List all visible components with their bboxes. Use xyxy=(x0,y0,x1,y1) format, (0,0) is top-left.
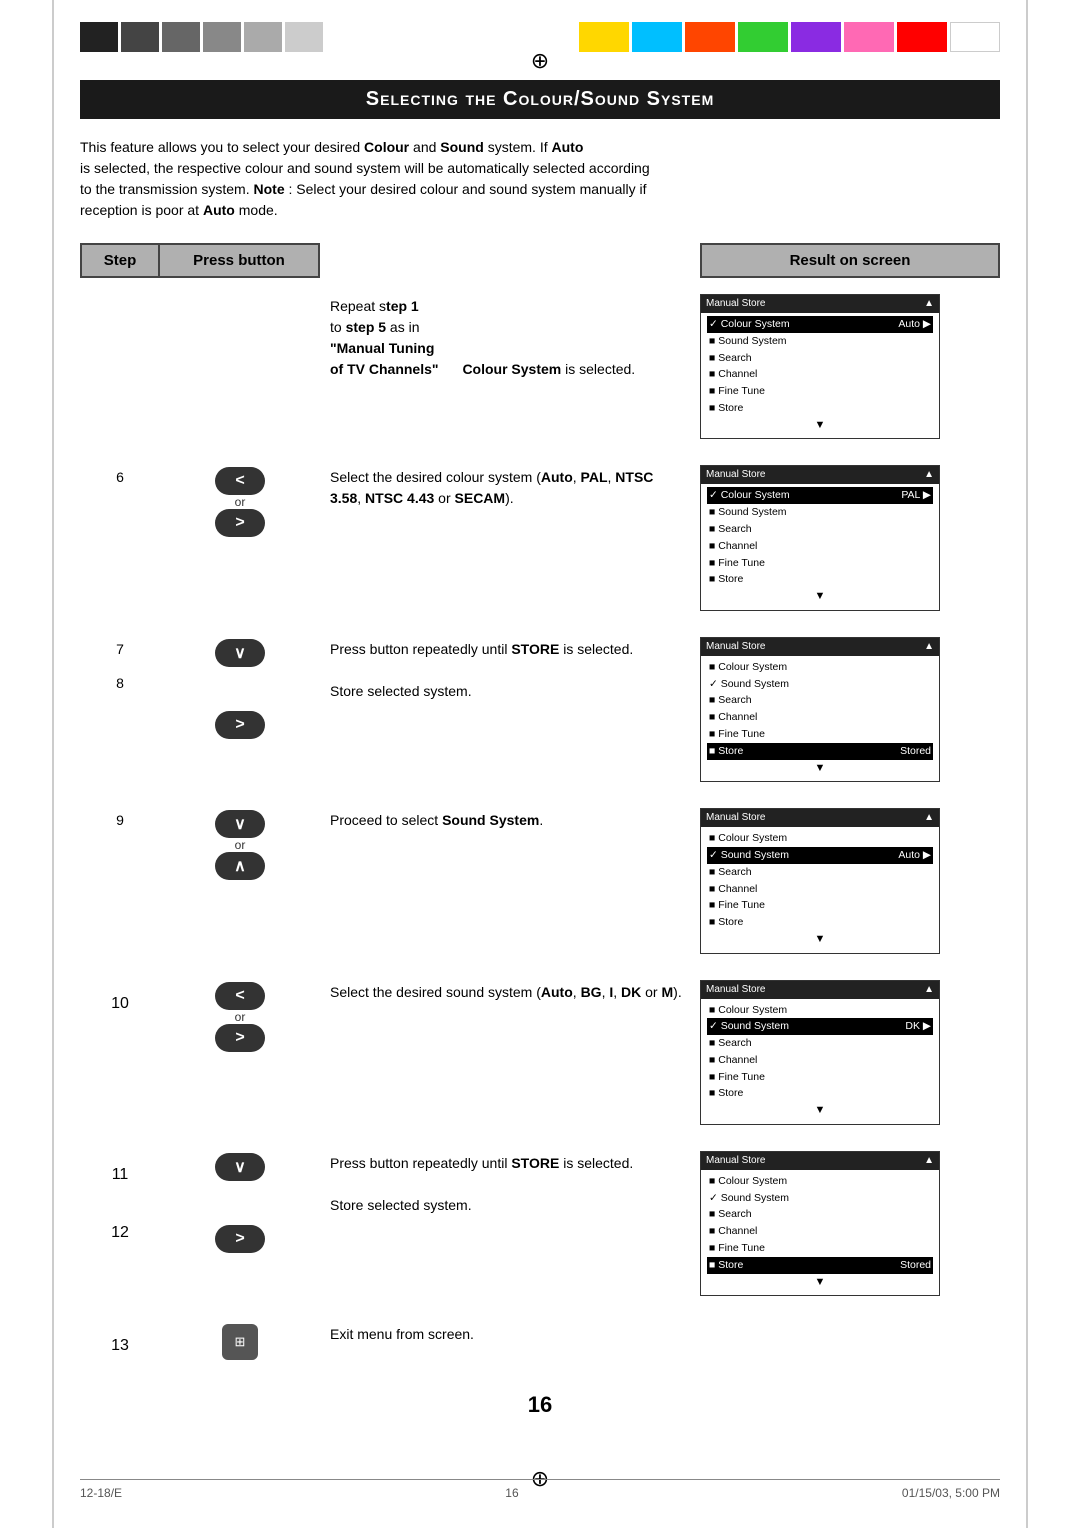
desc-9: Proceed to select Sound System. xyxy=(320,802,700,839)
page-number: 16 xyxy=(528,1392,552,1418)
table-row: 13 ⊞ Exit menu from screen. xyxy=(80,1316,1000,1368)
table-row: 9 ∨ or ∧ Proceed to select Sound System.… xyxy=(80,802,1000,963)
btn-right-arrow-12: > xyxy=(215,1225,265,1253)
btn-up-arrow-9: ∧ xyxy=(215,852,265,880)
table-row: 10 < or > Select the desired sound syste… xyxy=(80,974,1000,1135)
desc-10: Select the desired sound system (Auto, B… xyxy=(320,974,700,1011)
header-result-on-screen: Result on screen xyxy=(700,243,1000,278)
intro-text: This feature allows you to select your d… xyxy=(80,137,1000,221)
table-header: Step Press button Result on screen xyxy=(80,243,1000,278)
header-desc-spacer xyxy=(320,243,700,278)
button-11-12: ∨ > xyxy=(160,1145,320,1261)
result-9: Manual Store▲ ■ Colour System ✓ Sound Sy… xyxy=(700,802,1000,963)
step-circle-11: 11 xyxy=(80,1155,160,1195)
step-circle-10: 10 xyxy=(80,984,160,1024)
table-row: 7 8 ∨ > Press button repeatedly until ST… xyxy=(80,631,1000,792)
result-11-12: Manual Store▲ ■ Colour System ✓ Sound Sy… xyxy=(700,1145,1000,1306)
step-number-6: 6 xyxy=(80,459,160,485)
step-number-13: 13 xyxy=(80,1316,160,1366)
step-circle-7: 7 xyxy=(80,641,160,657)
footer-center: 16 xyxy=(505,1486,518,1500)
desc-7-8: Press button repeatedly until STORE is s… xyxy=(320,631,700,710)
desc-6: Select the desired colour system (Auto, … xyxy=(320,459,700,517)
color-orange xyxy=(685,22,735,52)
step-circle-6: 6 xyxy=(80,469,160,485)
top-bar-left xyxy=(80,18,323,56)
top-crosshair: ⊕ xyxy=(525,46,555,76)
color-block-3 xyxy=(162,22,200,52)
step-circle-12: 12 xyxy=(80,1213,160,1253)
color-pink xyxy=(844,22,894,52)
screen-box-3: Manual Store▲ ■ Colour System ✓ Sound Sy… xyxy=(700,808,940,953)
button-13: ⊞ xyxy=(160,1316,320,1368)
btn-tv-13: ⊞ xyxy=(222,1324,258,1360)
step-number-10: 10 xyxy=(80,974,160,1024)
color-yellow xyxy=(579,22,629,52)
footer-right: 01/15/03, 5:00 PM xyxy=(902,1486,1000,1500)
btn-left-arrow-10: < xyxy=(215,982,265,1010)
color-block-4 xyxy=(203,22,241,52)
footer: 12-18/E 16 01/15/03, 5:00 PM xyxy=(80,1479,1000,1500)
screen-box-2: Manual Store▲ ■ Colour System ✓ Sound Sy… xyxy=(700,637,940,782)
btn-v-arrow-7: ∨ xyxy=(215,639,265,667)
btn-left-arrow: < xyxy=(215,467,265,495)
color-block-6 xyxy=(285,22,323,52)
desc-13: Exit menu from screen. xyxy=(320,1316,700,1353)
button-9: ∨ or ∧ xyxy=(160,802,320,888)
color-green xyxy=(738,22,788,52)
header-step: Step xyxy=(80,243,160,278)
side-line-left xyxy=(52,0,54,1528)
result-13 xyxy=(700,1316,1000,1328)
result-10: Manual Store▲ ■ Colour System ✓ Sound Sy… xyxy=(700,974,1000,1135)
table-row: 6 < or > Select the desired colour syste… xyxy=(80,459,1000,620)
button-6: < or > xyxy=(160,459,320,545)
button-7-8: ∨ > xyxy=(160,631,320,747)
color-block-1 xyxy=(80,22,118,52)
button-10: < or > xyxy=(160,974,320,1060)
side-line-right xyxy=(1026,0,1028,1528)
screen-box-1: Manual Store▲ ✓ Colour SystemPAL ▶ ■ Sou… xyxy=(700,465,940,610)
color-red xyxy=(897,22,947,52)
btn-v-arrow-9: ∨ xyxy=(215,810,265,838)
or-text-10: or xyxy=(235,1010,246,1024)
step-circle-13: 13 xyxy=(80,1326,160,1366)
or-text-9: or xyxy=(235,838,246,852)
btn-v-arrow-11: ∨ xyxy=(215,1153,265,1181)
step-number-9: 9 xyxy=(80,802,160,828)
desc-1-5: Repeat step 1to step 5 as in"Manual Tuni… xyxy=(320,288,700,388)
desc-11-12: Press button repeatedly until STORE is s… xyxy=(320,1145,700,1224)
btn-right-arrow-8: > xyxy=(215,711,265,739)
step-circle-8: 8 xyxy=(80,675,160,691)
result-1-5: Manual Store▲ ✓ Colour SystemAuto ▶ ■ So… xyxy=(700,288,1000,449)
page-title: Selecting the Colour/Sound System xyxy=(80,80,1000,119)
result-6: Manual Store▲ ✓ Colour SystemPAL ▶ ■ Sou… xyxy=(700,459,1000,620)
btn-right-arrow-10: > xyxy=(215,1024,265,1052)
screen-box-5: Manual Store▲ ■ Colour System ✓ Sound Sy… xyxy=(700,1151,940,1296)
btn-right-arrow: > xyxy=(215,509,265,537)
step-circle-9: 9 xyxy=(80,812,160,828)
table-row: Repeat step 1to step 5 as in"Manual Tuni… xyxy=(80,288,1000,449)
screen-box-0: Manual Store▲ ✓ Colour SystemAuto ▶ ■ So… xyxy=(700,294,940,439)
table-row: 11 12 ∨ > Press button repeatedly until … xyxy=(80,1145,1000,1306)
color-block-5 xyxy=(244,22,282,52)
header-press-button: Press button xyxy=(160,243,320,278)
step-number-7-8: 7 8 xyxy=(80,631,160,691)
color-cyan xyxy=(632,22,682,52)
screen-box-4: Manual Store▲ ■ Colour System ✓ Sound Sy… xyxy=(700,980,940,1125)
or-text-6: or xyxy=(235,495,246,509)
top-bar-right xyxy=(579,18,1000,56)
footer-left: 12-18/E xyxy=(80,1486,122,1500)
top-color-bar: ⊕ xyxy=(0,18,1080,56)
color-purple xyxy=(791,22,841,52)
step-number-11-12: 11 12 xyxy=(80,1145,160,1253)
color-block-2 xyxy=(121,22,159,52)
result-7-8: Manual Store▲ ■ Colour System ✓ Sound Sy… xyxy=(700,631,1000,792)
color-white xyxy=(950,22,1000,52)
main-content: Selecting the Colour/Sound System This f… xyxy=(80,80,1000,1374)
